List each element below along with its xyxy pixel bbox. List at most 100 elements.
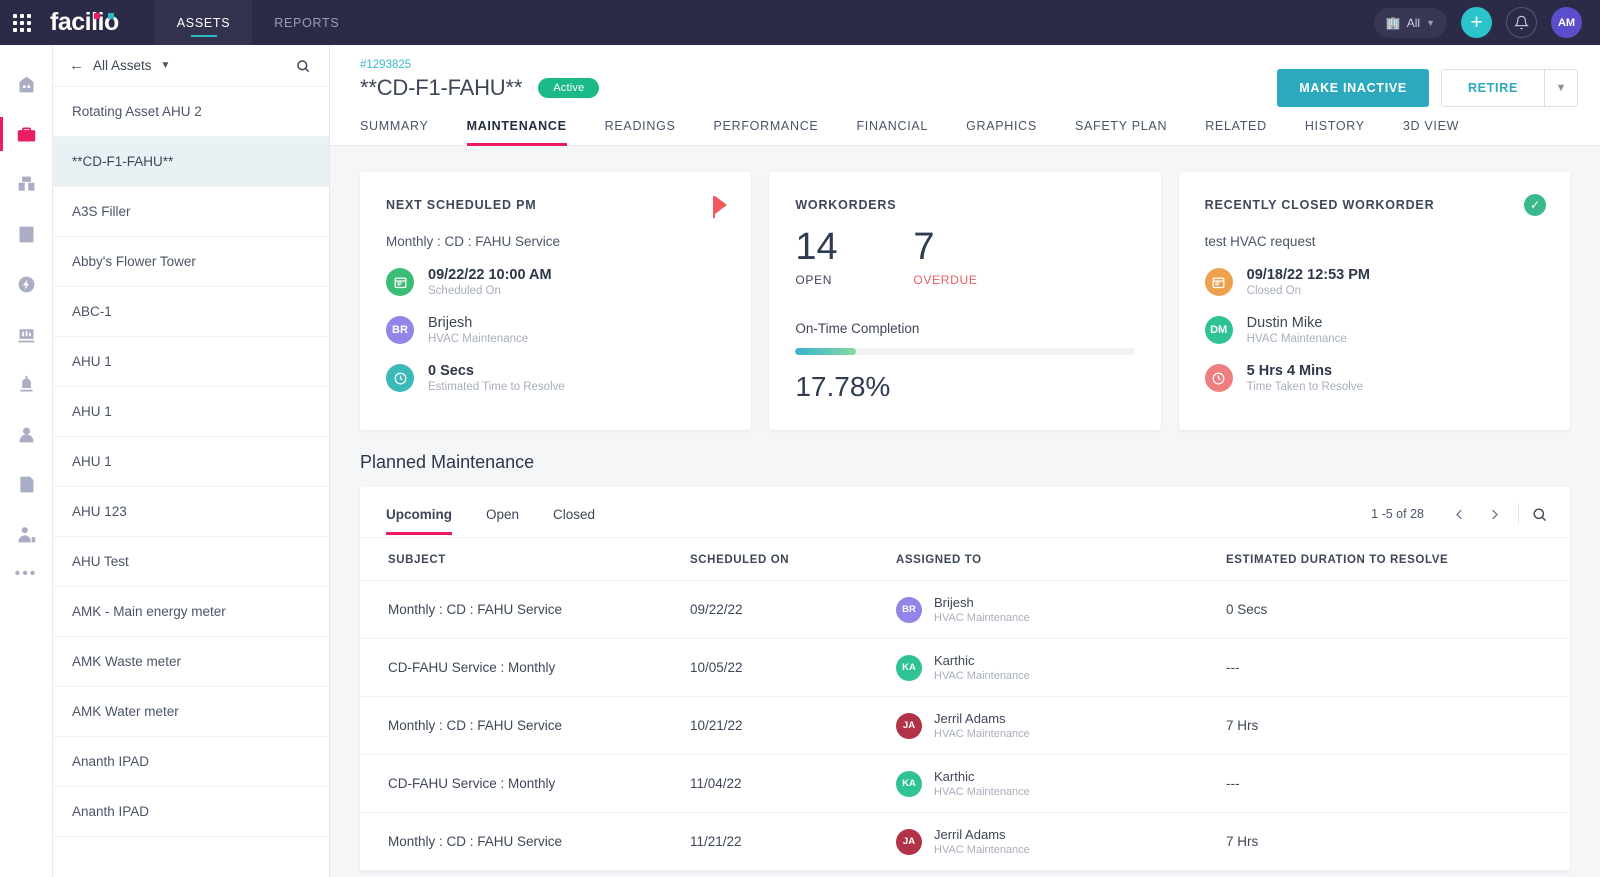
notifications-bell-icon[interactable]: [1506, 7, 1537, 38]
asset-list-item[interactable]: AMK - Main energy meter: [53, 587, 329, 637]
open-workorders[interactable]: 14 OPEN: [795, 226, 913, 287]
nav-tab-reports[interactable]: REPORTS: [252, 0, 361, 45]
more-modules-icon[interactable]: •••: [15, 565, 38, 583]
assignee-text: Karthic HVAC Maintenance: [934, 769, 1030, 798]
table-row[interactable]: Monthly : CD : FAHU Service 10/21/22 JA Jer…: [360, 696, 1570, 755]
chevron-down-icon[interactable]: ▼: [1544, 69, 1578, 107]
tab-related[interactable]: RELATED: [1205, 119, 1267, 145]
tab-safety-plan[interactable]: SAFETY PLAN: [1075, 119, 1167, 145]
assignee: KA Karthic HVAC Maintenance: [896, 769, 1226, 798]
grid-apps-icon[interactable]: [0, 0, 44, 45]
building-icon[interactable]: [0, 59, 53, 109]
table-row[interactable]: Monthly : CD : FAHU Service 09/22/22 BR Bri…: [360, 580, 1570, 639]
table-row[interactable]: Monthly : CD : FAHU Service 11/21/22 JA Jer…: [360, 812, 1570, 871]
open-count: 14: [795, 226, 838, 268]
tab-maintenance[interactable]: MAINTENANCE: [466, 119, 567, 146]
chevron-down-icon[interactable]: ▼: [161, 60, 171, 71]
open-label: OPEN: [795, 272, 833, 287]
asset-list-item[interactable]: AHU 1: [53, 337, 329, 387]
summary-cards: NEXT SCHEDULED PM Monthly : CD : FAHU Se…: [330, 146, 1600, 430]
cell-assigned-to: BR Brijesh HVAC Maintenance: [896, 580, 1226, 639]
asset-list-item[interactable]: Rotating Asset AHU 2: [53, 87, 329, 137]
maintenance-wrench-icon[interactable]: [0, 209, 53, 259]
tab-graphics[interactable]: GRAPHICS: [966, 119, 1037, 145]
asset-list-item[interactable]: AHU Test: [53, 537, 329, 587]
search-icon[interactable]: [295, 58, 311, 74]
tab-history[interactable]: HISTORY: [1305, 119, 1365, 145]
top-right-actions: 🏢 All ▼ + AM: [1373, 7, 1600, 38]
tab-financial[interactable]: FINANCIAL: [856, 119, 928, 145]
tab-readings[interactable]: READINGS: [605, 119, 676, 145]
asset-list-item[interactable]: AMK Water meter: [53, 687, 329, 737]
cell-scheduled-on: 10/05/22: [690, 638, 896, 697]
avatar: JA: [896, 712, 922, 739]
invoice-document-icon[interactable]: [0, 459, 53, 509]
chart-meter-icon[interactable]: [0, 309, 53, 359]
nav-tab-assets[interactable]: ASSETS: [154, 0, 253, 45]
closed-wo-subject: test HVAC request: [1204, 234, 1316, 249]
module-icon-rail: •••: [0, 45, 53, 877]
search-icon[interactable]: [1531, 506, 1548, 523]
tab-performance[interactable]: PERFORMANCE: [714, 119, 819, 145]
pm-tab-open[interactable]: Open: [486, 507, 519, 534]
user-avatar[interactable]: AM: [1551, 7, 1582, 38]
energy-bolt-icon[interactable]: [0, 259, 53, 309]
status-badge: Active: [538, 78, 600, 98]
tab-3d-view[interactable]: 3D VIEW: [1403, 119, 1459, 145]
ontime-percent: 17.78%: [795, 370, 891, 402]
asset-list-item[interactable]: Ananth IPAD: [53, 737, 329, 787]
table-row[interactable]: CD-FAHU Service : Monthly 10/05/22 KA Karth…: [360, 638, 1570, 697]
avatar: KA: [896, 654, 922, 681]
avatar: BR: [896, 596, 922, 623]
add-new-button[interactable]: +: [1461, 7, 1492, 38]
site-selector[interactable]: 🏢 All ▼: [1373, 7, 1447, 38]
technician-icon[interactable]: [0, 509, 53, 559]
asset-list-item[interactable]: AHU 1: [53, 437, 329, 487]
assignee-text: Karthic HVAC Maintenance: [934, 653, 1030, 682]
alarm-icon[interactable]: [0, 359, 53, 409]
assignee: JA Jerril Adams HVAC Maintenance: [896, 827, 1226, 856]
asset-list-items[interactable]: Rotating Asset AHU 2 **CD-F1-FAHU** A3S Fi…: [53, 87, 329, 877]
asset-list-item[interactable]: Ananth IPAD: [53, 787, 329, 837]
pm-tab-closed[interactable]: Closed: [553, 507, 595, 534]
site-selector-label: All: [1406, 15, 1421, 30]
pm-tab-upcoming[interactable]: Upcoming: [386, 507, 452, 535]
cell-subject: Monthly : CD : FAHU Service: [360, 812, 690, 871]
meta-text: Dustin Mike HVAC Maintenance: [1247, 315, 1347, 345]
tenant-user-icon[interactable]: [0, 409, 53, 459]
retire-button[interactable]: RETIRE: [1440, 69, 1544, 107]
assignee-name: Karthic: [934, 653, 975, 668]
asset-list-item[interactable]: AMK Waste meter: [53, 637, 329, 687]
table-row[interactable]: CD-FAHU Service : Monthly 11/04/22 KA Karth…: [360, 754, 1570, 813]
asset-list-item[interactable]: AHU 1: [53, 387, 329, 437]
asset-list-item[interactable]: A3S Filler: [53, 187, 329, 237]
meta-label: HVAC Maintenance: [428, 333, 529, 345]
ontime-progress-fill: [795, 347, 856, 355]
assignee: BR Brijesh HVAC Maintenance: [896, 595, 1226, 624]
meta-row: 09/18/22 12:53 PM Closed On: [1204, 267, 1544, 297]
cell-duration: 7 Hrs: [1226, 812, 1570, 871]
make-inactive-button[interactable]: MAKE INACTIVE: [1277, 69, 1429, 107]
toolbox-assets-icon[interactable]: [0, 109, 53, 159]
assignee: KA Karthic HVAC Maintenance: [896, 653, 1226, 682]
tab-summary[interactable]: SUMMARY: [360, 119, 429, 145]
inventory-boxes-icon[interactable]: [0, 159, 53, 209]
asset-list-item[interactable]: **CD-F1-FAHU**: [53, 137, 329, 187]
clock-icon: [386, 364, 414, 392]
column-header: SUBJECT: [360, 538, 690, 581]
column-header: ESTIMATED DURATION TO RESOLVE: [1226, 538, 1570, 581]
chevron-right-icon[interactable]: [1477, 507, 1512, 522]
asset-list-item[interactable]: AHU 123: [53, 487, 329, 537]
asset-list-title[interactable]: All Assets: [93, 58, 152, 73]
arrow-left-icon[interactable]: ←: [69, 57, 84, 74]
meta-row: BR Brijesh HVAC Maintenance: [386, 315, 725, 345]
column-header: ASSIGNED TO: [896, 538, 1226, 581]
cell-assigned-to: KA Karthic HVAC Maintenance: [896, 638, 1226, 697]
asset-list-item[interactable]: ABC-1: [53, 287, 329, 337]
cell-duration: 0 Secs: [1226, 580, 1570, 639]
overdue-workorders[interactable]: 7 OVERDUE: [913, 226, 1031, 287]
chevron-left-icon[interactable]: [1442, 507, 1477, 522]
card-title: NEXT SCHEDULED PM: [386, 198, 537, 212]
overdue-count: 7: [913, 226, 935, 268]
asset-list-item[interactable]: Abby's Flower Tower: [53, 237, 329, 287]
